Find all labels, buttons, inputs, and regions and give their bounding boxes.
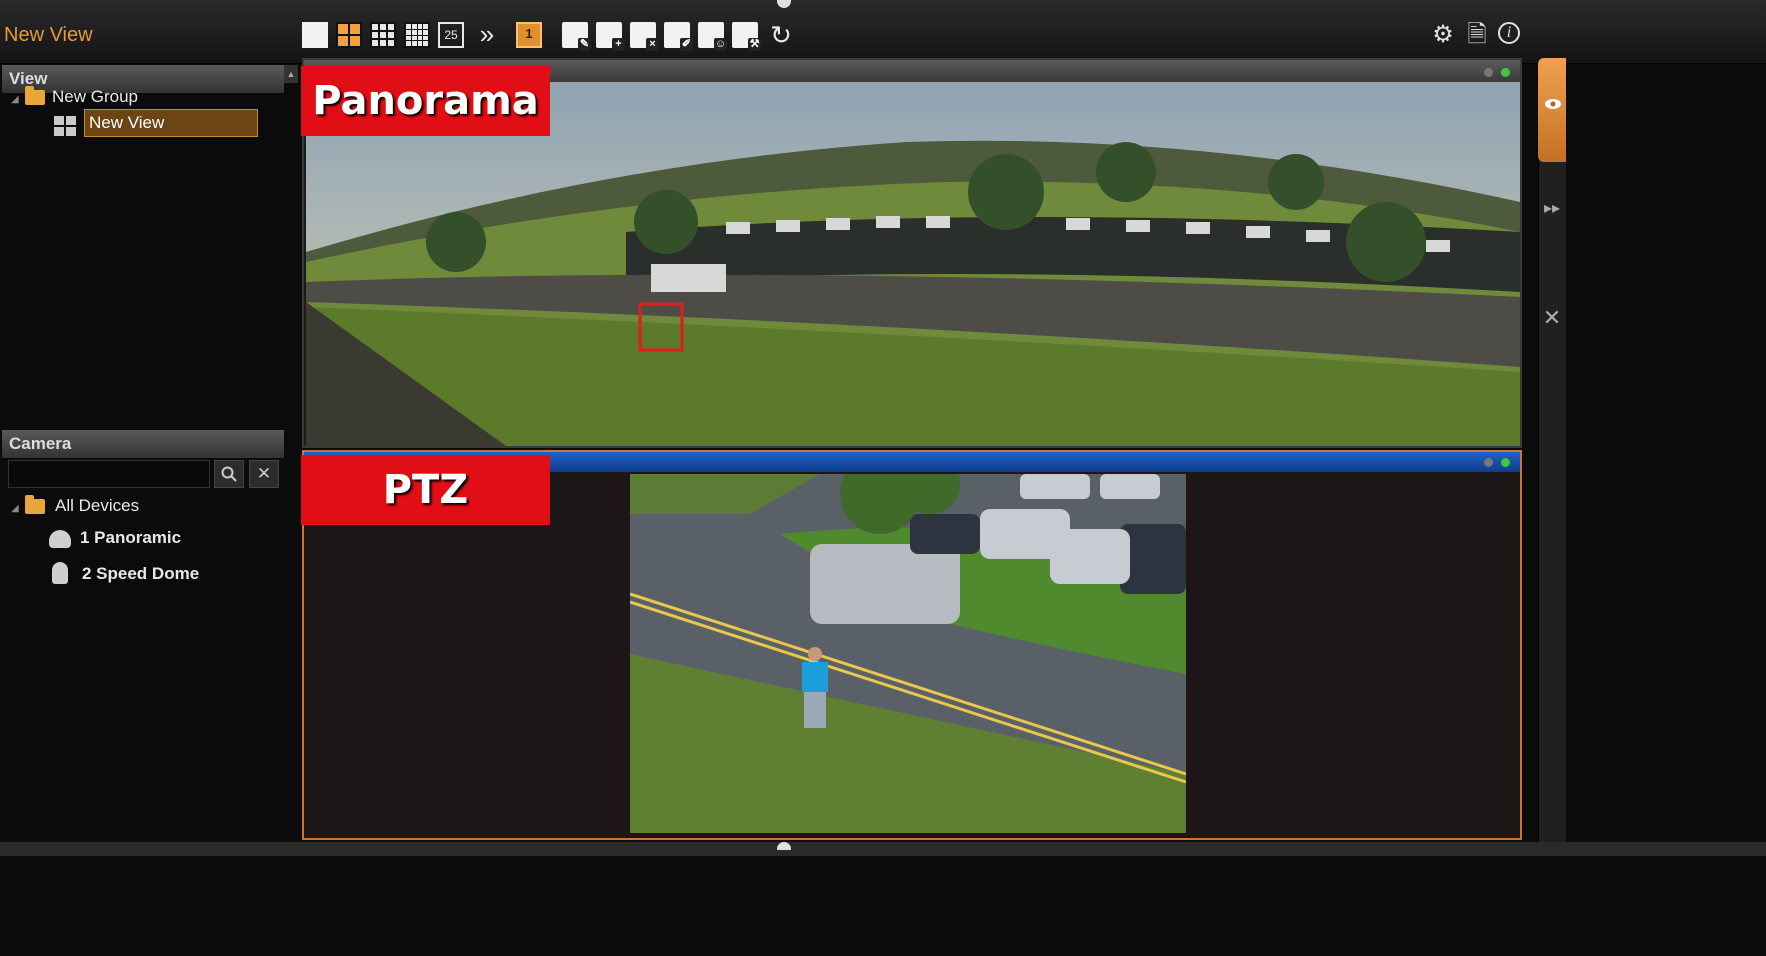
folder-icon [25, 86, 45, 105]
speed-dome-camera-icon [52, 562, 68, 584]
main-toolbar: New View 25 » 1 ✎ + × ✐ ☺ ⚒ ↻ ⚙ 🗎 i [0, 0, 1766, 64]
edit-view-button[interactable]: ✎ [562, 22, 591, 51]
expand-triangle-icon[interactable]: ◢ [11, 94, 19, 105]
preview-tab[interactable] [1538, 58, 1566, 162]
panoramic-camera-icon [49, 530, 71, 548]
device-item-speed-dome[interactable]: 2 Speed Dome [82, 564, 199, 584]
close-icon: ✕ [256, 464, 272, 483]
ptz-video-feed[interactable] [630, 474, 1186, 833]
tree-item-new-group[interactable]: New Group [52, 87, 138, 107]
document-icon[interactable]: 🗎 [1464, 22, 1490, 48]
gear-icon[interactable]: ⚙ [1430, 22, 1456, 48]
tag-icon: ✐ [680, 38, 693, 51]
view-user-button[interactable]: ☺ [698, 22, 727, 51]
camera-search-input[interactable] [8, 460, 210, 488]
layout-3x3-button[interactable] [370, 22, 396, 48]
layout-4x4-button[interactable] [404, 22, 430, 48]
layout-25-button[interactable]: 25 [438, 22, 464, 48]
folder-icon [25, 495, 45, 514]
plus-icon: + [612, 38, 625, 51]
camera-panel-header: Camera [2, 430, 284, 458]
right-side-strip [1538, 58, 1566, 848]
add-view-button[interactable]: + [596, 22, 625, 51]
tree-item-all-devices[interactable]: All Devices [55, 496, 139, 516]
wrench-icon: ⚒ [748, 38, 761, 51]
expand-right-icon[interactable]: ▸▸ [1538, 198, 1566, 218]
rename-view-button[interactable]: ✐ [664, 22, 693, 51]
view-settings-button[interactable]: ⚒ [732, 22, 761, 51]
app-title: New View [4, 24, 93, 46]
eye-icon [1545, 99, 1561, 109]
ptz-label: PTZ [301, 455, 550, 525]
search-icon [221, 466, 237, 482]
view-grid-icon [54, 116, 76, 136]
layout-1x1-button[interactable] [302, 22, 328, 48]
user-icon: ☺ [714, 38, 727, 51]
panorama-label: Panorama [301, 66, 550, 136]
status-dot-icon [1501, 458, 1510, 467]
view-panel-header: View [2, 65, 284, 93]
monitor-1-button[interactable]: 1 [516, 22, 542, 48]
status-dot-icon [1484, 68, 1493, 77]
clear-search-button[interactable]: ✕ [249, 460, 279, 488]
layout-2x2-button[interactable] [336, 22, 362, 48]
collapse-arrow-icon[interactable]: ▲ [284, 65, 298, 83]
refresh-button[interactable]: ↻ [768, 22, 794, 48]
close-icon: × [646, 38, 659, 51]
status-dot-icon [1484, 458, 1493, 467]
delete-view-button[interactable]: × [630, 22, 659, 51]
bottom-status-bar [0, 842, 1766, 856]
pencil-icon: ✎ [578, 38, 591, 51]
device-item-panoramic[interactable]: 1 Panoramic [80, 528, 181, 548]
more-layouts-button[interactable]: » [474, 21, 500, 48]
expand-triangle-icon[interactable]: ◢ [11, 503, 19, 514]
tools-icon[interactable]: ✕ [1538, 305, 1566, 331]
tree-item-new-view[interactable]: New View [84, 109, 258, 137]
panorama-video-feed[interactable] [306, 82, 1520, 446]
status-dot-icon [1501, 68, 1510, 77]
info-icon[interactable]: i [1498, 22, 1520, 44]
search-button[interactable] [214, 460, 244, 488]
resize-handle-icon[interactable] [777, 842, 791, 850]
